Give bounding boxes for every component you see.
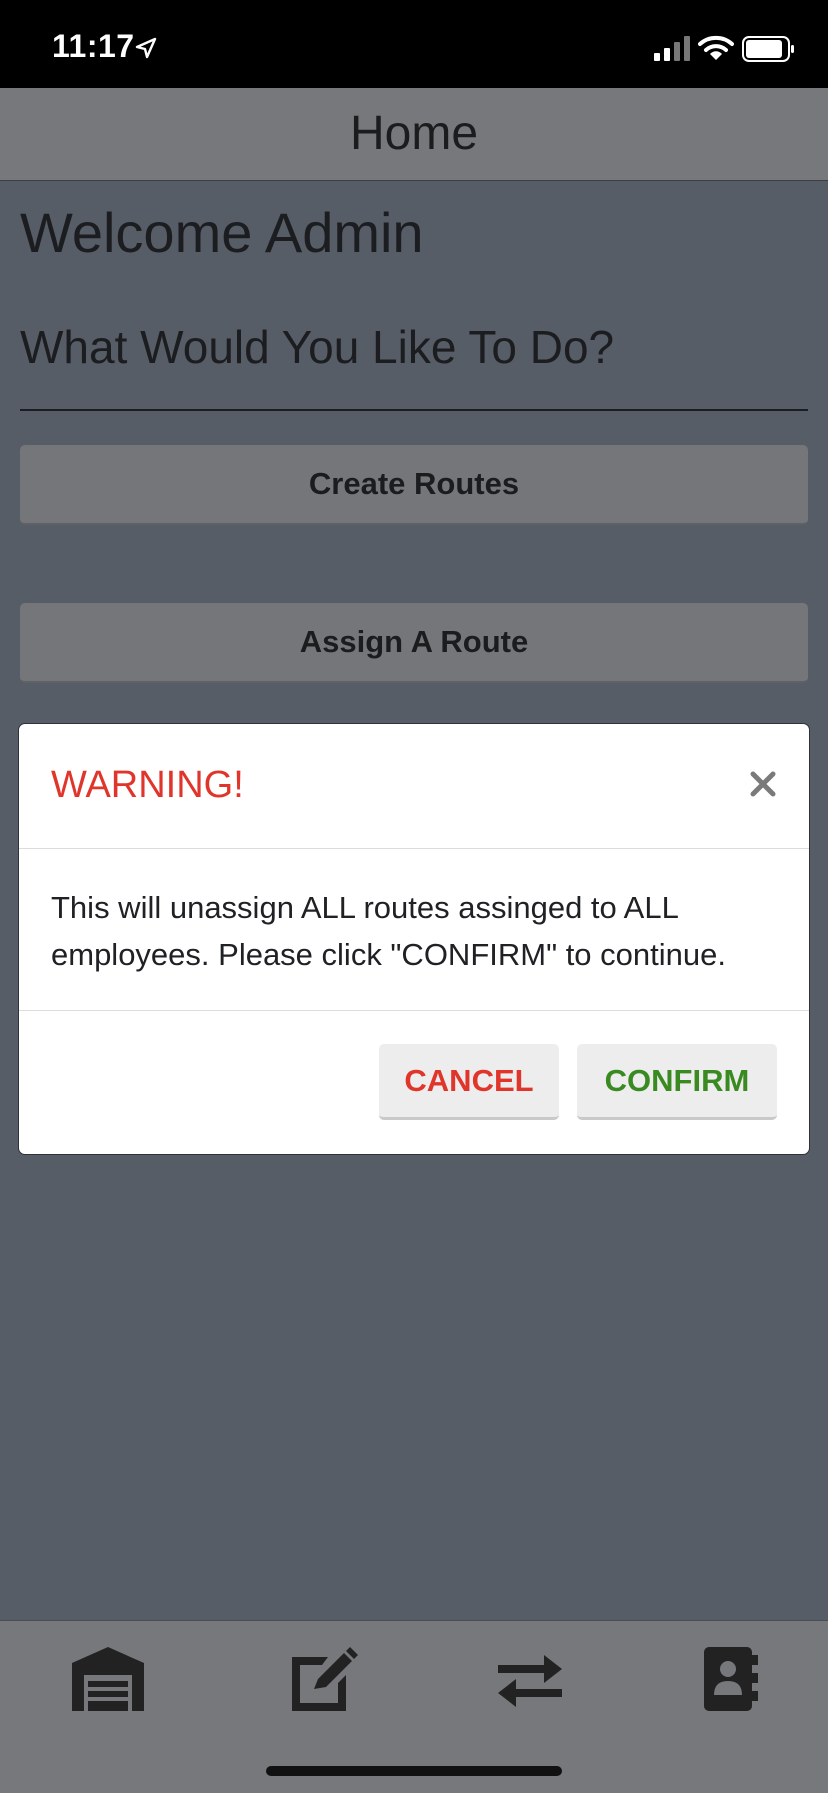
cancel-button[interactable]: CANCEL [379, 1044, 559, 1120]
warning-modal: WARNING! This will unassign ALL routes a… [18, 723, 810, 1155]
assign-route-button[interactable]: Assign A Route [20, 603, 808, 683]
modal-divider-top [19, 848, 809, 849]
battery-icon [742, 36, 794, 62]
tab-garage[interactable] [68, 1645, 148, 1715]
tab-edit[interactable] [282, 1645, 362, 1715]
create-routes-button[interactable]: Create Routes [20, 445, 808, 525]
wifi-icon [698, 35, 734, 60]
modal-message: This will unassign ALL routes assinged t… [51, 890, 726, 972]
tab-transfer[interactable] [490, 1645, 570, 1715]
divider [20, 409, 808, 411]
welcome-heading: Welcome Admin [20, 201, 424, 264]
garage-icon [72, 1647, 144, 1711]
cellular-signal-icon [654, 36, 690, 61]
modal-title: WARNING! [51, 764, 244, 806]
contacts-icon [704, 1647, 758, 1711]
status-time: 11:17 [52, 28, 135, 64]
home-indicator [266, 1766, 562, 1776]
page-title: Home [349, 107, 479, 160]
confirm-button[interactable]: CONFIRM [577, 1044, 777, 1120]
exchange-icon [498, 1655, 562, 1707]
nav-header: Home [0, 88, 828, 181]
tab-contacts[interactable] [690, 1645, 770, 1715]
close-icon[interactable] [747, 768, 779, 800]
modal-divider-bottom [19, 1010, 809, 1011]
edit-icon [292, 1647, 358, 1711]
location-arrow-icon [135, 37, 157, 59]
status-bar: 11:17 [0, 0, 828, 88]
question-heading: What Would You Like To Do? [20, 321, 615, 373]
